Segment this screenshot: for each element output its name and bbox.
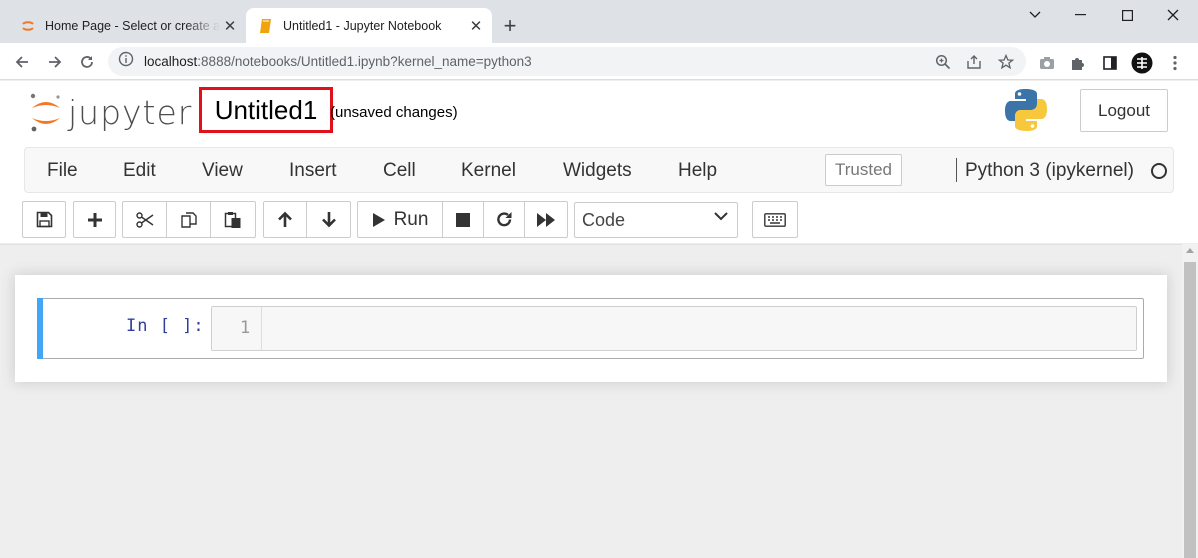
chevron-down-icon[interactable] <box>1012 0 1058 30</box>
restart-kernel-button[interactable] <box>483 201 525 238</box>
keyboard-icon <box>764 212 786 227</box>
selected-cell-indicator <box>37 298 43 359</box>
more-menu-icon[interactable] <box>1164 52 1186 74</box>
profile-avatar-icon[interactable] <box>1131 52 1153 74</box>
notebook-page: In [ ]: 1 <box>15 275 1167 382</box>
scrollbar-thumb[interactable] <box>1184 262 1196 558</box>
jupyter-logo-icon <box>30 93 60 132</box>
close-icon[interactable]: ✕ <box>220 16 240 36</box>
logout-button[interactable]: Logout <box>1080 89 1168 132</box>
arrow-down-icon <box>321 212 336 228</box>
restart-run-all-button[interactable] <box>524 201 568 238</box>
reload-icon[interactable] <box>73 48 101 76</box>
notebook-favicon-icon <box>258 18 274 34</box>
scroll-up-arrow-icon[interactable] <box>1186 248 1194 253</box>
arrow-up-icon <box>278 211 292 227</box>
jupyter-header: jupyter Untitled1 (unsaved changes) Logo… <box>0 81 1198 243</box>
interrupt-button[interactable] <box>442 201 484 238</box>
code-editor[interactable]: 1 <box>211 306 1137 351</box>
code-cell[interactable]: In [ ]: 1 <box>37 298 1144 359</box>
copy-icon <box>180 211 197 228</box>
paste-button[interactable] <box>210 201 256 238</box>
kernel-name[interactable]: Python 3 (ipykernel) <box>965 160 1134 182</box>
new-tab-icon[interactable]: + <box>498 13 522 38</box>
play-icon <box>372 212 385 227</box>
menu-widgets[interactable]: Widgets <box>563 160 632 182</box>
autosave-status: (unsaved changes) <box>330 104 458 121</box>
side-panel-icon[interactable] <box>1099 52 1121 74</box>
menubar: File Edit View Insert Cell Kernel Widget… <box>24 147 1174 193</box>
restart-icon <box>496 212 511 227</box>
menu-view[interactable]: View <box>202 160 243 182</box>
notebook-toolbar: Run Code <box>0 201 1198 241</box>
python-logo-icon <box>1005 89 1047 131</box>
jupyter-favicon-icon <box>20 18 36 34</box>
fast-forward-icon <box>537 212 555 227</box>
paste-icon <box>224 211 241 228</box>
cut-button[interactable] <box>122 201 167 238</box>
tab-home-page[interactable]: Home Page - Select or create a notebook … <box>8 8 246 43</box>
maximize-icon[interactable] <box>1104 0 1150 30</box>
move-down-button[interactable] <box>306 201 351 238</box>
bookmark-star-icon[interactable] <box>995 51 1017 73</box>
line-number: 1 <box>240 318 251 338</box>
trusted-indicator[interactable]: Trusted <box>825 154 902 186</box>
notebook-container: In [ ]: 1 <box>0 244 1182 558</box>
close-icon[interactable]: ✕ <box>466 16 486 36</box>
cell-type-value: Code <box>582 209 626 230</box>
camera-icon[interactable] <box>1036 52 1058 74</box>
save-button[interactable] <box>22 201 66 238</box>
stop-icon <box>456 212 470 227</box>
save-icon <box>36 211 52 228</box>
back-icon[interactable] <box>8 48 36 76</box>
url-omnibox[interactable]: localhost:8888/notebooks/Untitled1.ipynb… <box>108 47 1026 76</box>
kernel-idle-icon <box>1151 163 1167 179</box>
run-button[interactable]: Run <box>357 201 443 238</box>
tab-title: Home Page - Select or create a notebook <box>45 18 220 33</box>
close-window-icon[interactable] <box>1150 0 1196 30</box>
url-text: localhost:8888/notebooks/Untitled1.ipynb… <box>144 54 532 69</box>
url-host: localhost <box>144 54 198 69</box>
share-icon[interactable] <box>963 51 985 73</box>
browser-address-bar: localhost:8888/notebooks/Untitled1.ipynb… <box>0 43 1198 80</box>
run-label: Run <box>393 208 429 230</box>
cell-type-select[interactable]: Code <box>574 202 738 238</box>
logo-text: jupyter <box>68 92 193 132</box>
url-path: :8888/notebooks/Untitled1.ipynb?kernel_n… <box>197 54 532 69</box>
extensions-puzzle-icon[interactable] <box>1067 52 1089 74</box>
menu-insert[interactable]: Insert <box>289 160 337 182</box>
menu-cell[interactable]: Cell <box>383 160 416 182</box>
tab-title: Untitled1 - Jupyter Notebook <box>283 18 442 33</box>
browser-tab-bar: Home Page - Select or create a notebook … <box>0 0 1198 43</box>
site-info-icon[interactable] <box>118 51 134 72</box>
vertical-scrollbar[interactable] <box>1182 244 1198 558</box>
menu-kernel[interactable]: Kernel <box>461 160 516 182</box>
input-prompt: In [ ]: <box>126 316 205 336</box>
menu-help[interactable]: Help <box>678 160 717 182</box>
tab-untitled1[interactable]: Untitled1 - Jupyter Notebook ✕ <box>246 8 492 43</box>
plus-icon <box>87 212 102 227</box>
menu-file[interactable]: File <box>47 160 78 182</box>
zoom-icon[interactable] <box>932 51 954 73</box>
command-palette-button[interactable] <box>752 201 798 238</box>
scissors-icon <box>135 211 153 228</box>
kernel-divider <box>956 158 957 182</box>
notebook-name[interactable]: Untitled1 <box>199 87 333 133</box>
jupyter-logo[interactable]: jupyter <box>28 88 192 136</box>
move-up-button[interactable] <box>263 201 307 238</box>
insert-cell-button[interactable] <box>73 201 116 238</box>
menu-edit[interactable]: Edit <box>123 160 156 182</box>
copy-button[interactable] <box>166 201 211 238</box>
chevron-down-icon <box>714 212 728 221</box>
line-number-gutter: 1 <box>212 307 262 350</box>
forward-icon[interactable] <box>41 48 69 76</box>
minimize-icon[interactable] <box>1058 0 1104 30</box>
